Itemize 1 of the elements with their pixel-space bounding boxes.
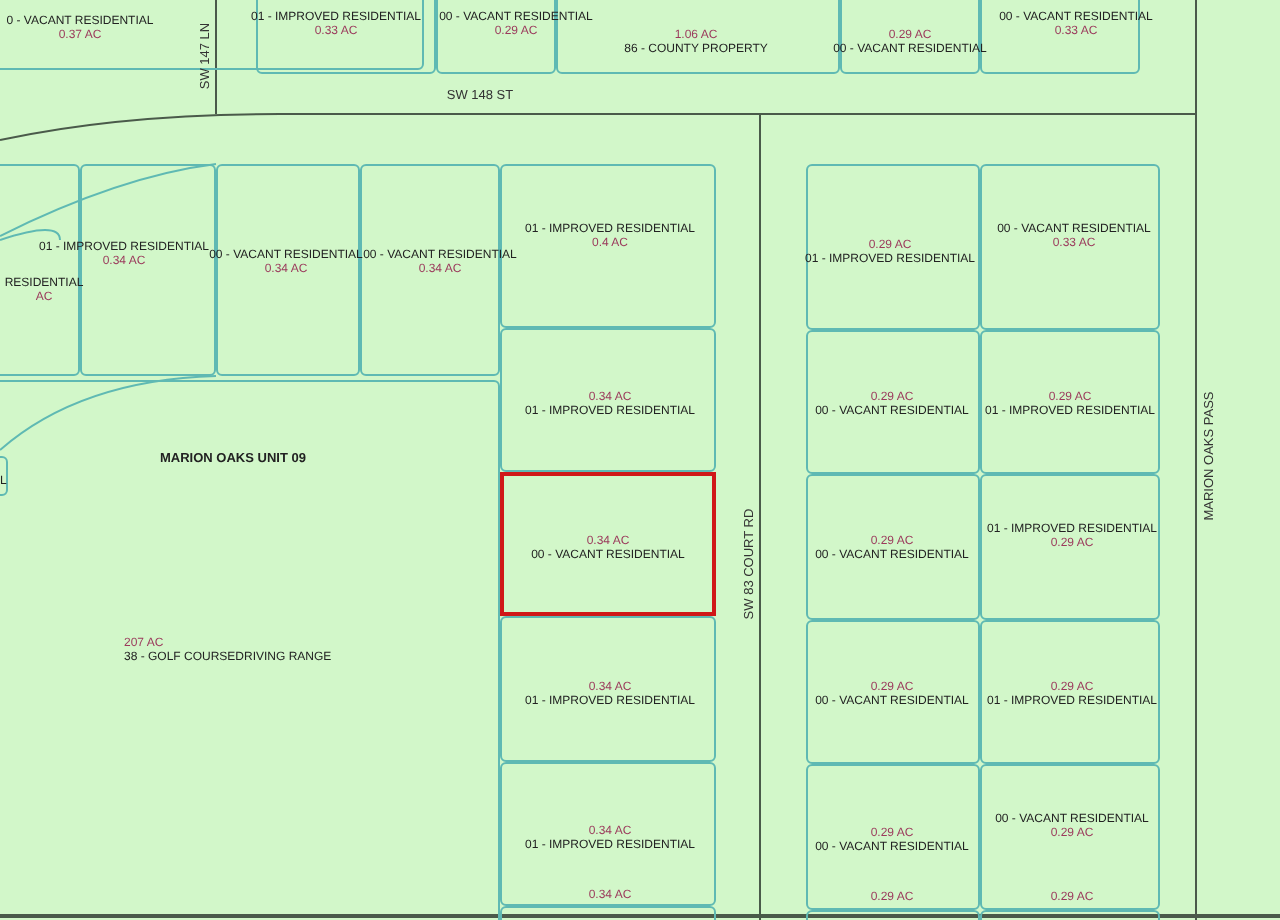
parcel-outline[interactable] bbox=[0, 0, 424, 70]
